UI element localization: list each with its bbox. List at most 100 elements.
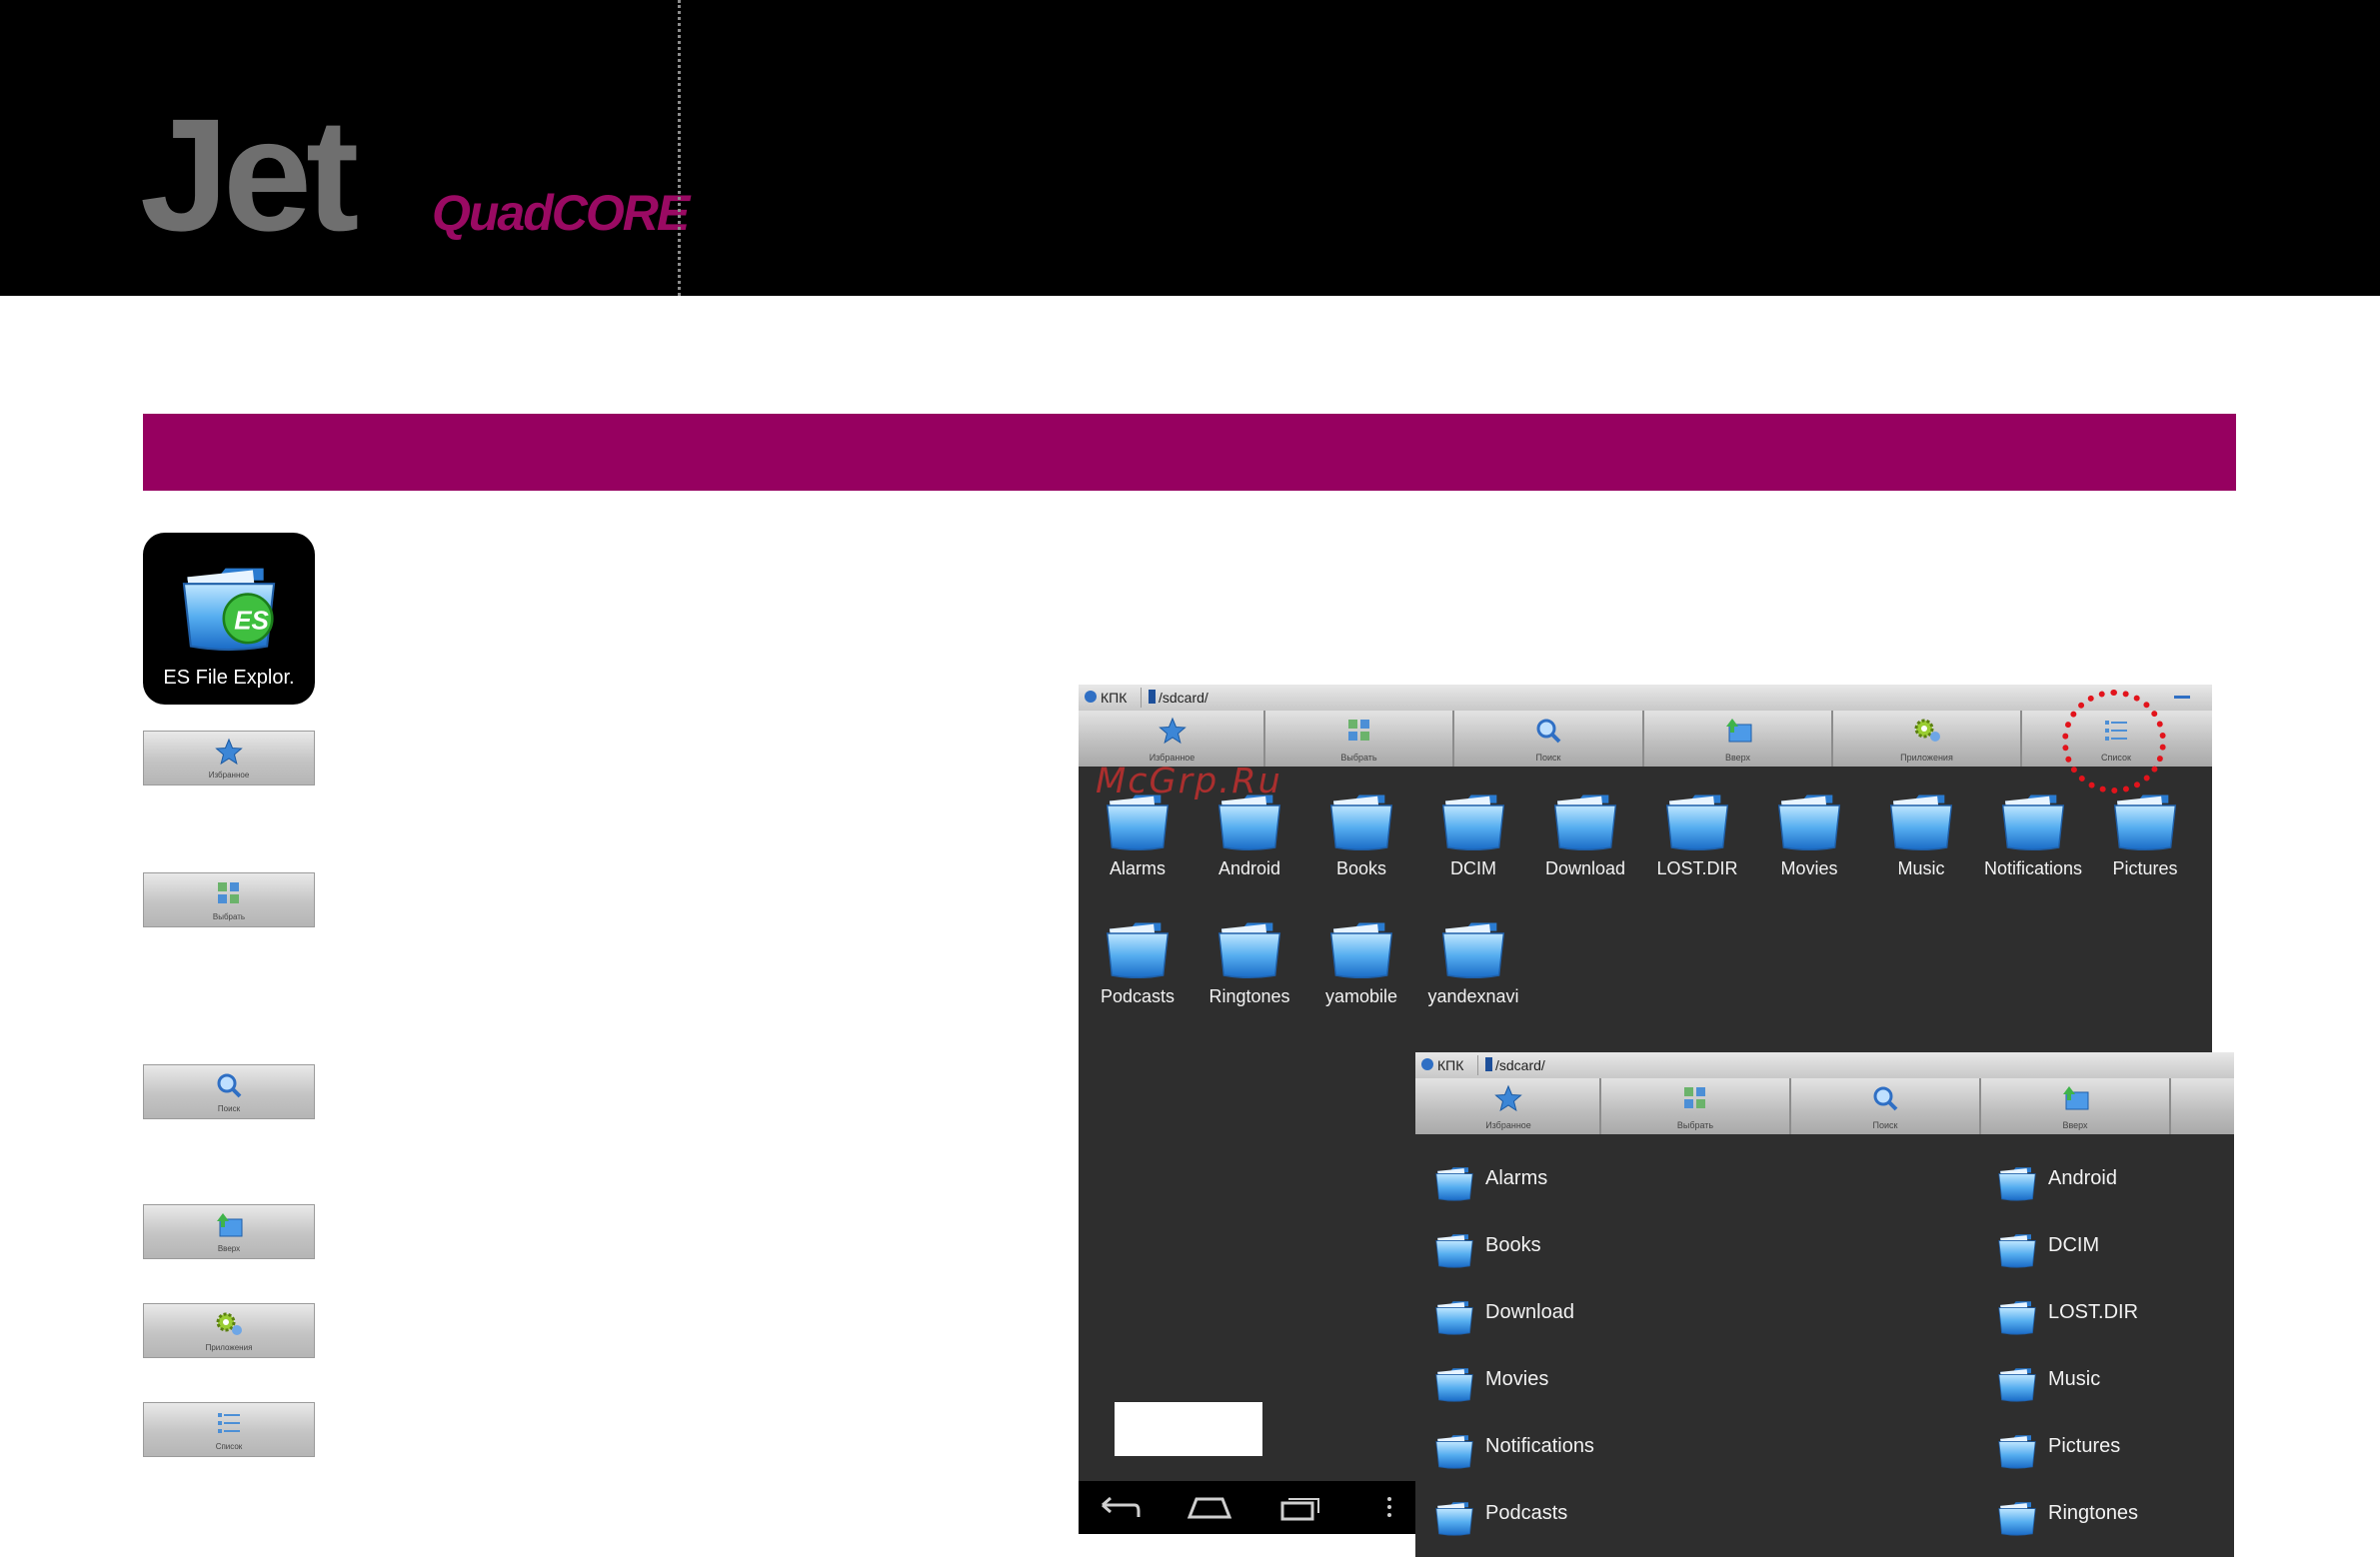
toolbar-select-label: Выбрать bbox=[1676, 1120, 1714, 1130]
folder-icon bbox=[1433, 1429, 1475, 1471]
folder-up-icon bbox=[1725, 719, 1751, 743]
toolbar-overflow-button[interactable] bbox=[2171, 1078, 2234, 1134]
toolbar-favorites-button[interactable]: Избранное bbox=[1081, 711, 1265, 767]
folder-up-icon bbox=[2063, 1086, 2089, 1110]
list-view-icon bbox=[218, 1413, 240, 1433]
up-label: Вверх bbox=[217, 1244, 241, 1253]
folder-item[interactable]: Ringtones bbox=[1193, 912, 1305, 1006]
address-separator bbox=[1141, 688, 1142, 708]
folder-name: Ringtones bbox=[1208, 986, 1290, 1006]
toolbar-search-button[interactable]: Поиск bbox=[1454, 711, 1644, 767]
folder-item[interactable]: Download bbox=[1529, 784, 1641, 878]
home-icon[interactable] bbox=[1187, 1493, 1232, 1523]
address-bar: КПК /sdcard/ bbox=[1415, 1052, 2234, 1078]
es-file-explorer-icon[interactable]: ES ES File Explor. bbox=[143, 533, 315, 705]
star-icon bbox=[1158, 717, 1187, 745]
network-label[interactable]: КПК bbox=[1101, 690, 1127, 706]
folder-item[interactable]: Books bbox=[1305, 784, 1417, 878]
up-button[interactable]: Вверх bbox=[143, 1204, 315, 1259]
toolbar-apps-button[interactable]: Приложения bbox=[1833, 711, 2022, 767]
current-path[interactable]: /sdcard/ bbox=[1495, 1057, 1545, 1073]
minimize-icon[interactable] bbox=[2174, 696, 2190, 699]
folder-item[interactable]: Movies bbox=[1753, 784, 1865, 878]
folder-item[interactable]: Pictures bbox=[2089, 784, 2201, 878]
folder-name: Pictures bbox=[2112, 858, 2178, 878]
highlight-circle bbox=[2062, 690, 2166, 793]
folder-icon bbox=[1996, 1161, 2038, 1203]
back-icon[interactable] bbox=[1099, 1493, 1143, 1523]
folder-icon bbox=[1886, 784, 1956, 854]
folder-icon: ES bbox=[177, 553, 281, 657]
brand-subtitle: QuadCORE bbox=[432, 185, 690, 241]
folder-name: Android bbox=[1217, 858, 1281, 878]
toolbar-search-label: Поиск bbox=[1872, 1120, 1898, 1130]
toolbar-favorites-button[interactable]: Избранное bbox=[1417, 1078, 1601, 1134]
folder-name: Download bbox=[1485, 1301, 1574, 1323]
folder-icon bbox=[1326, 912, 1396, 982]
folder-item[interactable]: yandexnavi bbox=[1417, 912, 1529, 1006]
folder-name: Android bbox=[2048, 1167, 2117, 1189]
toolbar-select-button[interactable]: Выбрать bbox=[1265, 711, 1454, 767]
folder-name: Ringtones bbox=[2048, 1502, 2139, 1524]
network-icon[interactable] bbox=[1085, 691, 1097, 703]
folder-icon bbox=[1662, 784, 1732, 854]
folder-icon bbox=[1774, 784, 1844, 854]
apps-button[interactable]: Приложения bbox=[143, 1303, 315, 1358]
folder-name: Books bbox=[1485, 1234, 1541, 1256]
folder-item[interactable]: LOST.DIR bbox=[1641, 784, 1753, 878]
folder-icon bbox=[2110, 784, 2180, 854]
network-label[interactable]: КПК bbox=[1437, 1057, 1463, 1073]
folder-item[interactable]: Podcasts bbox=[1082, 912, 1193, 1006]
select-grid-icon bbox=[1684, 1087, 1705, 1108]
folder-name: Movies bbox=[1485, 1368, 1549, 1390]
folder-icon bbox=[1433, 1496, 1475, 1538]
toolbar-apps-label: Приложения bbox=[1900, 753, 1953, 763]
folder-name: Alarms bbox=[1485, 1167, 1548, 1189]
list-label: Список bbox=[215, 1442, 243, 1451]
folder-name: Alarms bbox=[1109, 858, 1166, 878]
toolbar-favorites-label: Избранное bbox=[1485, 1120, 1531, 1130]
toolbar-search-button[interactable]: Поиск bbox=[1791, 1078, 1981, 1134]
folder-icon bbox=[1326, 784, 1396, 854]
gear-apps-icon bbox=[1914, 719, 1940, 742]
current-path[interactable]: /sdcard/ bbox=[1159, 690, 1208, 706]
folder-name: Podcasts bbox=[1485, 1502, 1568, 1524]
folder-name: yandexnavi bbox=[1427, 986, 1519, 1006]
folder-icon bbox=[1996, 1429, 2038, 1471]
favorites-label: Избранное bbox=[208, 771, 250, 780]
folder-icon bbox=[1438, 912, 1508, 982]
folder-item[interactable]: DCIM bbox=[1417, 784, 1529, 878]
toolbar-select-button[interactable]: Выбрать bbox=[1601, 1078, 1791, 1134]
select-button[interactable]: Выбрать bbox=[143, 872, 315, 927]
folder-name: Pictures bbox=[2048, 1435, 2121, 1457]
search-button[interactable]: Поиск bbox=[143, 1064, 315, 1119]
header-band: Jet QuadCORE bbox=[0, 0, 2380, 296]
folder-icon bbox=[1433, 1362, 1475, 1404]
folder-icon bbox=[1996, 1496, 2038, 1538]
select-grid-icon bbox=[1347, 720, 1369, 741]
recent-apps-icon[interactable] bbox=[1278, 1493, 1322, 1523]
folder-icon bbox=[1438, 784, 1508, 854]
folder-item[interactable]: Notifications bbox=[1977, 784, 2089, 878]
list-button[interactable]: Список bbox=[143, 1402, 315, 1457]
toolbar-up-label: Вверх bbox=[2062, 1120, 2088, 1130]
folder-item[interactable]: Music bbox=[1865, 784, 1977, 878]
toolbar-up-button[interactable]: Вверх bbox=[1644, 711, 1833, 767]
search-label: Поиск bbox=[217, 1104, 241, 1113]
favorites-button[interactable]: Избранное bbox=[143, 731, 315, 785]
apps-label: Приложения bbox=[205, 1343, 253, 1352]
folder-icon bbox=[1433, 1295, 1475, 1337]
menu-dots-icon[interactable] bbox=[1384, 1493, 1394, 1523]
select-grid-icon bbox=[218, 882, 239, 903]
folder-icon bbox=[1996, 1228, 2038, 1270]
network-icon[interactable] bbox=[1421, 1058, 1433, 1070]
folder-item[interactable]: yamobile bbox=[1305, 912, 1417, 1006]
folder-icon bbox=[1996, 1295, 2038, 1337]
section-title-bar bbox=[143, 414, 2236, 491]
magnifier-icon bbox=[1873, 1086, 1898, 1111]
folder-icon bbox=[1214, 912, 1284, 982]
watermark: McGrp.Ru bbox=[1096, 762, 1282, 801]
magnifier-icon bbox=[1536, 719, 1561, 744]
folder-up-icon bbox=[217, 1213, 243, 1237]
toolbar-up-button[interactable]: Вверх bbox=[1981, 1078, 2171, 1134]
